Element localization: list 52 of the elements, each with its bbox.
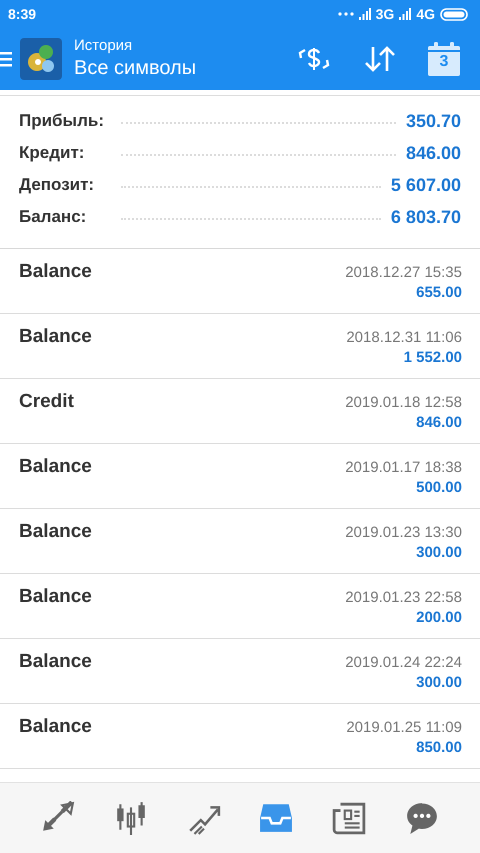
deal-amount: 1 552.00	[404, 348, 462, 368]
more-icon	[338, 12, 354, 16]
deal-time: 2019.01.25 11:09	[346, 718, 462, 738]
summary-label: Депозит:	[19, 175, 96, 195]
deal-type: Balance	[19, 585, 93, 609]
deal-time: 2019.01.23 13:30	[345, 523, 462, 543]
summary-value: 5 607.00	[390, 174, 461, 196]
deal-time: 2019.01.23 22:58	[345, 588, 462, 608]
deal-row[interactable]: Balance 2018.12.31 11:06 1 552.00	[0, 314, 480, 379]
summary-value: 846.00	[406, 142, 461, 164]
deal-row[interactable]: Balance 2019.01.17 18:38 500.00	[0, 444, 480, 509]
currency-exchange-icon[interactable]	[296, 45, 332, 73]
deal-amount: 655.00	[416, 283, 462, 303]
network-label: 3G	[376, 6, 394, 22]
deal-type: Balance	[19, 325, 93, 349]
deal-amount: 500.00	[416, 478, 462, 498]
summary-label: Прибыль:	[19, 111, 105, 131]
app-logo	[20, 38, 62, 80]
deal-type: Balance	[19, 455, 93, 479]
deal-type: Balance	[19, 520, 93, 544]
network-label: 4G	[416, 6, 435, 22]
deal-amount: 300.00	[416, 673, 462, 693]
deal-row[interactable]: Balance 2019.01.24 22:24 300.00	[0, 639, 480, 704]
screen-title: История	[74, 37, 134, 55]
deal-type: Balance	[19, 650, 93, 674]
summary-label: Кредит:	[19, 143, 86, 163]
deal-type: Balance	[19, 715, 93, 739]
deal-amount: 850.00	[416, 738, 462, 758]
signal-icon	[358, 8, 371, 20]
deal-amount: 200.00	[416, 608, 462, 628]
battery-icon	[440, 8, 468, 20]
deal-row[interactable]: Balance 2018.12.27 15:35 655.00	[0, 249, 480, 314]
signal-icon	[399, 8, 412, 20]
menu-icon[interactable]	[0, 50, 14, 68]
summary-value: 350.70	[406, 110, 461, 132]
summary-value: 6 803.70	[390, 206, 461, 228]
deal-time: 2019.01.24 22:24	[345, 653, 462, 673]
sort-icon[interactable]	[364, 45, 396, 73]
deal-row[interactable]: Balance 2019.01.25 11:09 850.00	[0, 704, 480, 769]
deal-type: Credit	[19, 390, 75, 414]
deal-time: 2018.12.31 11:06	[346, 328, 462, 348]
deal-type: Balance	[19, 260, 93, 284]
deal-time: 2019.01.17 18:38	[345, 458, 462, 478]
deal-time: 2019.01.18 12:58	[345, 393, 462, 413]
deal-time: 2018.12.27 15:35	[345, 263, 462, 283]
clock: 8:39	[8, 6, 36, 22]
summary-label: Баланс:	[19, 207, 88, 227]
deal-row[interactable]: Credit 2019.01.18 12:58 846.00	[0, 379, 480, 444]
deal-row[interactable]: Balance 2019.01.23 22:58 200.00	[0, 574, 480, 639]
deal-row[interactable]: Balance 2019.01.23 13:30 300.00	[0, 509, 480, 574]
deal-amount: 300.00	[416, 543, 462, 563]
deal-amount: 846.00	[416, 413, 462, 433]
